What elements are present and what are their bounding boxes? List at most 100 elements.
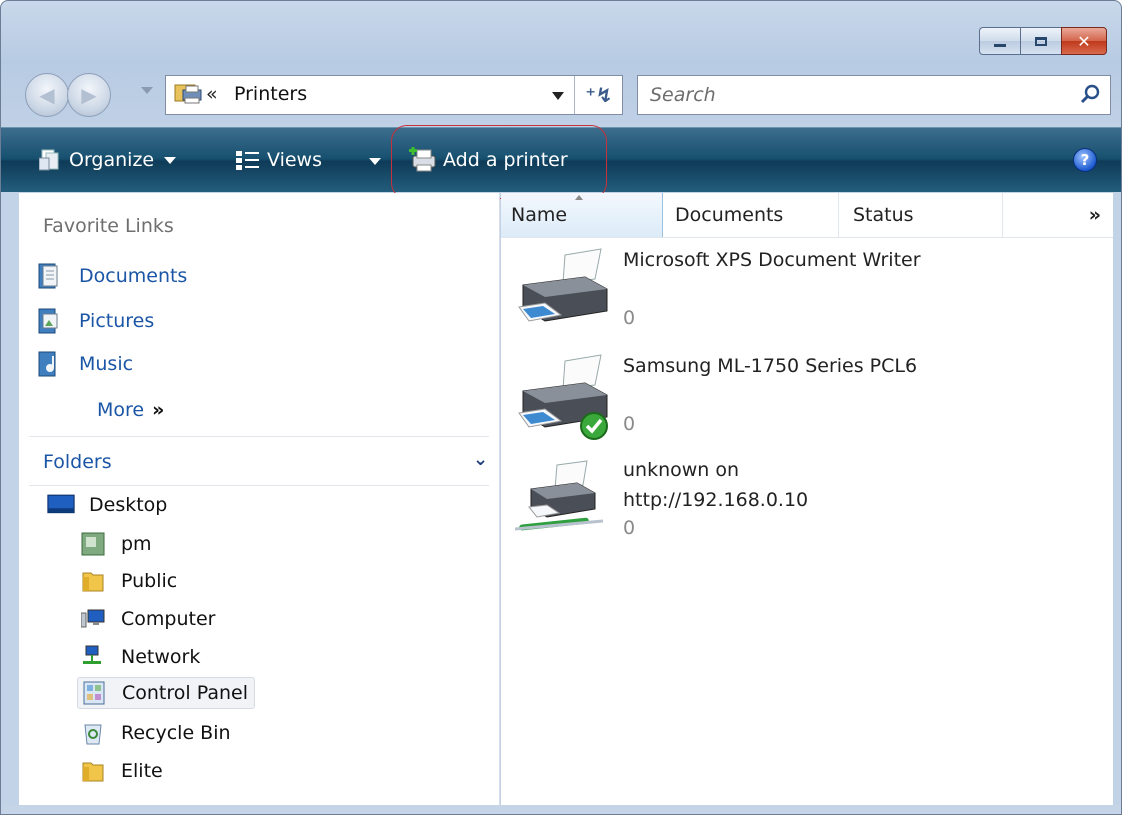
printer-document-count: 0 (623, 517, 636, 539)
favorite-label: Pictures (79, 310, 155, 332)
more-label: More (97, 399, 145, 421)
more-links[interactable]: More » (97, 399, 164, 421)
sort-indicator-icon (575, 195, 583, 200)
default-printer-check-icon (580, 412, 608, 440)
help-icon: ? (1080, 151, 1090, 169)
explorer-window: ✕ ◀ ▶ « Printers ⁺↯ Search Organize View… (0, 0, 1122, 815)
section-divider (29, 436, 489, 437)
organize-icon (39, 149, 59, 171)
recent-pages-dropdown[interactable] (141, 87, 153, 94)
refresh-icon: ⁺↯ (585, 83, 613, 107)
section-divider (29, 485, 489, 486)
address-bar[interactable]: « Printers ⁺↯ (165, 75, 623, 115)
music-icon (38, 351, 56, 377)
help-button[interactable]: ? (1073, 148, 1097, 172)
desktop-icon (47, 494, 75, 514)
tree-item-desktop[interactable]: Desktop (43, 490, 167, 520)
column-header-name[interactable]: Name (501, 193, 663, 237)
minimize-icon (994, 43, 1006, 47)
add-printer-button[interactable]: Add a printer (409, 146, 568, 174)
network-icon (83, 645, 101, 664)
refresh-button[interactable]: ⁺↯ (574, 76, 623, 114)
add-printer-icon (409, 147, 436, 172)
pictures-icon (38, 308, 58, 334)
views-button[interactable]: Views (235, 146, 322, 174)
more-chevron-icon: » (152, 399, 165, 421)
tree-label: Elite (121, 760, 163, 782)
views-label: Views (267, 149, 322, 171)
column-headers: Name Documents Status » (501, 193, 1113, 238)
tree-item-pm[interactable]: pm (81, 529, 152, 559)
column-header-documents[interactable]: Documents (663, 193, 839, 237)
back-arrow-icon: ◀ (39, 83, 55, 107)
tree-item-recycle-bin[interactable]: Recycle Bin (81, 718, 231, 748)
organize-dropdown-icon (164, 156, 177, 164)
add-printer-label: Add a printer (443, 149, 568, 171)
breadcrumb-printers[interactable]: Printers (234, 83, 307, 105)
forward-arrow-icon: ▶ (81, 83, 97, 107)
window-bottom-border (1, 805, 1121, 814)
recycle-bin-icon (84, 724, 102, 745)
documents-icon (38, 263, 58, 289)
tree-label: Network (121, 646, 201, 668)
tree-item-network[interactable]: Network (81, 642, 200, 672)
search-icon[interactable] (1080, 84, 1100, 104)
favorite-documents[interactable]: Documents (37, 263, 187, 289)
network-printer-icon (515, 460, 604, 531)
search-input[interactable]: Search (650, 84, 716, 106)
tree-label: Public (121, 570, 178, 592)
search-box[interactable]: Search (637, 75, 1111, 115)
organize-label: Organize (69, 149, 155, 171)
favorite-music[interactable]: Music (37, 351, 133, 377)
printer-icon (518, 248, 608, 322)
breadcrumb-overflow-icon[interactable]: « (206, 83, 218, 105)
favorite-pictures[interactable]: Pictures (37, 308, 154, 334)
command-bar: Organize Views Add a printer ? (1, 127, 1121, 192)
views-icon (236, 151, 259, 170)
back-button[interactable]: ◀ (25, 73, 69, 117)
more-columns-chevron-icon[interactable]: » (1003, 193, 1113, 237)
tree-item-control-panel[interactable]: Control Panel (77, 677, 255, 709)
forward-button[interactable]: ▶ (67, 73, 111, 117)
tree-item-computer[interactable]: Computer (81, 604, 215, 634)
control-panel-icon (83, 681, 105, 705)
folders-collapse-icon[interactable]: ⌄ (473, 449, 488, 470)
organize-button[interactable]: Organize (39, 146, 177, 174)
printer-document-count: 0 (623, 307, 636, 329)
minimize-button[interactable] (979, 27, 1020, 55)
navigation-bar: ◀ ▶ « Printers ⁺↯ Search (25, 71, 1111, 117)
maximize-icon (1035, 36, 1047, 46)
navigation-pane: Favorite Links Documents Pictures Music (19, 193, 500, 805)
folders-header[interactable]: Folders (43, 451, 112, 473)
printer-name: unknown on http://192.168.0.10 (623, 459, 809, 511)
tree-item-elite[interactable]: Elite (81, 756, 163, 786)
printer-item-xps[interactable]: Microsoft XPS Document Writer 0 (515, 245, 1095, 341)
computer-icon (81, 609, 105, 628)
column-label: Name (511, 204, 568, 226)
column-header-status[interactable]: Status (839, 193, 1003, 237)
favorite-label: Music (79, 353, 134, 375)
favorite-label: Documents (79, 265, 188, 287)
printer-document-count: 0 (623, 413, 636, 435)
printer-item-samsung[interactable]: Samsung ML-1750 Series PCL6 0 (515, 351, 1095, 447)
printer-name: Samsung ML-1750 Series PCL6 (623, 355, 918, 377)
maximize-button[interactable] (1020, 27, 1061, 55)
tree-label: pm (121, 533, 152, 555)
close-button[interactable]: ✕ (1061, 27, 1107, 55)
tree-label: Control Panel (122, 682, 248, 704)
printers-folder-icon (174, 84, 202, 104)
user-folder-icon (81, 532, 105, 556)
folder-icon (82, 762, 104, 782)
address-dropdown-icon[interactable] (552, 92, 564, 100)
printer-name: Microsoft XPS Document Writer (623, 249, 921, 271)
tree-item-public[interactable]: Public (81, 566, 177, 596)
tree-label: Desktop (89, 494, 168, 516)
folder-icon (82, 572, 104, 592)
favorite-links-header: Favorite Links (43, 215, 174, 237)
printer-list-pane: Name Documents Status » Microsoft XPS Do… (501, 193, 1113, 805)
printer-item-network[interactable]: unknown on http://192.168.0.10 0 (515, 455, 1095, 551)
views-dropdown-icon[interactable] (369, 158, 381, 165)
window-controls: ✕ (979, 27, 1107, 55)
close-icon: ✕ (1077, 31, 1091, 51)
tree-label: Recycle Bin (121, 722, 231, 744)
